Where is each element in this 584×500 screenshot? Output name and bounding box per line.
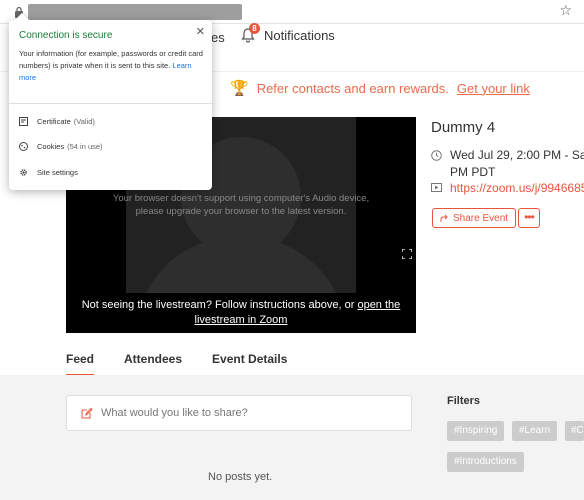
notifications-button[interactable]: 8 Notifications — [240, 23, 335, 43]
cookies-item[interactable]: Cookies (54 in use) — [19, 142, 103, 151]
nav-item-partial[interactable]: es — [211, 30, 225, 45]
cookies-label: Cookies — [37, 142, 65, 151]
notifications-label: Notifications — [264, 27, 335, 43]
tab-attendees[interactable]: Attendees — [124, 352, 182, 376]
clock-icon — [431, 150, 442, 161]
site-settings-label: Site settings — [37, 168, 78, 177]
share-icon — [440, 214, 448, 222]
event-title: Dummy 4 — [431, 119, 496, 136]
certificate-item[interactable]: Certificate (Valid) — [19, 117, 95, 126]
certificate-icon — [19, 117, 28, 126]
star-icon[interactable]: ☆ — [559, 3, 572, 19]
share-event-button[interactable]: Share Event — [432, 208, 517, 228]
composer-placeholder: What would you like to share? — [101, 407, 248, 419]
close-icon[interactable]: ✕ — [196, 25, 205, 38]
event-datetime-text: Wed Jul 29, 2:00 PM - Sat PM PDT — [450, 148, 584, 179]
referral-banner: 🏆 Refer contacts and earn rewards. Get y… — [230, 79, 530, 97]
site-info-popover: Connection is secure ✕ Your information … — [9, 12, 212, 190]
url-field[interactable] — [28, 4, 242, 20]
event-zoom-link[interactable]: https://zoom.us/j/9946685 — [450, 181, 584, 195]
livestream-note: Not seeing the livestream? Follow instru… — [66, 298, 416, 328]
cookies-count: (54 in use) — [67, 142, 103, 151]
unsupported-browser-message: Your browser doesn't support using compu… — [112, 193, 370, 217]
event-link-row: https://zoom.us/j/9946685 — [431, 181, 584, 195]
avatar-silhouette-body — [136, 237, 346, 293]
trophy-icon: 🏆 — [230, 80, 249, 97]
connection-secure-title: Connection is secure — [19, 30, 113, 41]
filter-chip-inspiring[interactable]: #Inspiring — [447, 421, 505, 441]
certificate-status: (Valid) — [73, 117, 95, 126]
gear-icon — [20, 169, 27, 176]
fullscreen-icon[interactable] — [402, 249, 412, 259]
post-composer[interactable]: What would you like to share? — [66, 395, 412, 431]
more-options-button[interactable]: ••• — [518, 208, 540, 228]
filter-chip-partial[interactable]: #C — [565, 421, 584, 441]
connection-description: Your information (for example, passwords… — [19, 48, 204, 84]
filter-chip-learn[interactable]: #Learn — [512, 421, 558, 441]
certificate-label: Certificate — [37, 117, 71, 126]
event-datetime: Wed Jul 29, 2:00 PM - Sat PM PDT — [431, 147, 584, 181]
site-settings-item[interactable]: Site settings — [19, 168, 78, 177]
empty-feed-text: No posts yet. — [208, 471, 273, 483]
edit-icon — [81, 407, 93, 419]
event-tabs: Feed Attendees Event Details — [66, 352, 317, 376]
tab-event-details[interactable]: Event Details — [212, 352, 287, 376]
share-event-label: Share Event — [453, 212, 509, 224]
bell-icon: 8 — [240, 23, 260, 43]
filters-title: Filters — [447, 395, 481, 407]
video-icon — [431, 183, 442, 192]
divider — [9, 103, 212, 104]
cookie-icon — [19, 142, 28, 151]
tab-feed[interactable]: Feed — [66, 352, 95, 376]
get-link-link[interactable]: Get your link — [457, 81, 530, 96]
livestream-note-text: Not seeing the livestream? Follow instru… — [81, 299, 355, 311]
notification-count-badge: 8 — [249, 23, 260, 34]
filter-chip-introductions[interactable]: #Introductions — [447, 452, 524, 472]
referral-text: Refer contacts and earn rewards. — [256, 80, 449, 96]
